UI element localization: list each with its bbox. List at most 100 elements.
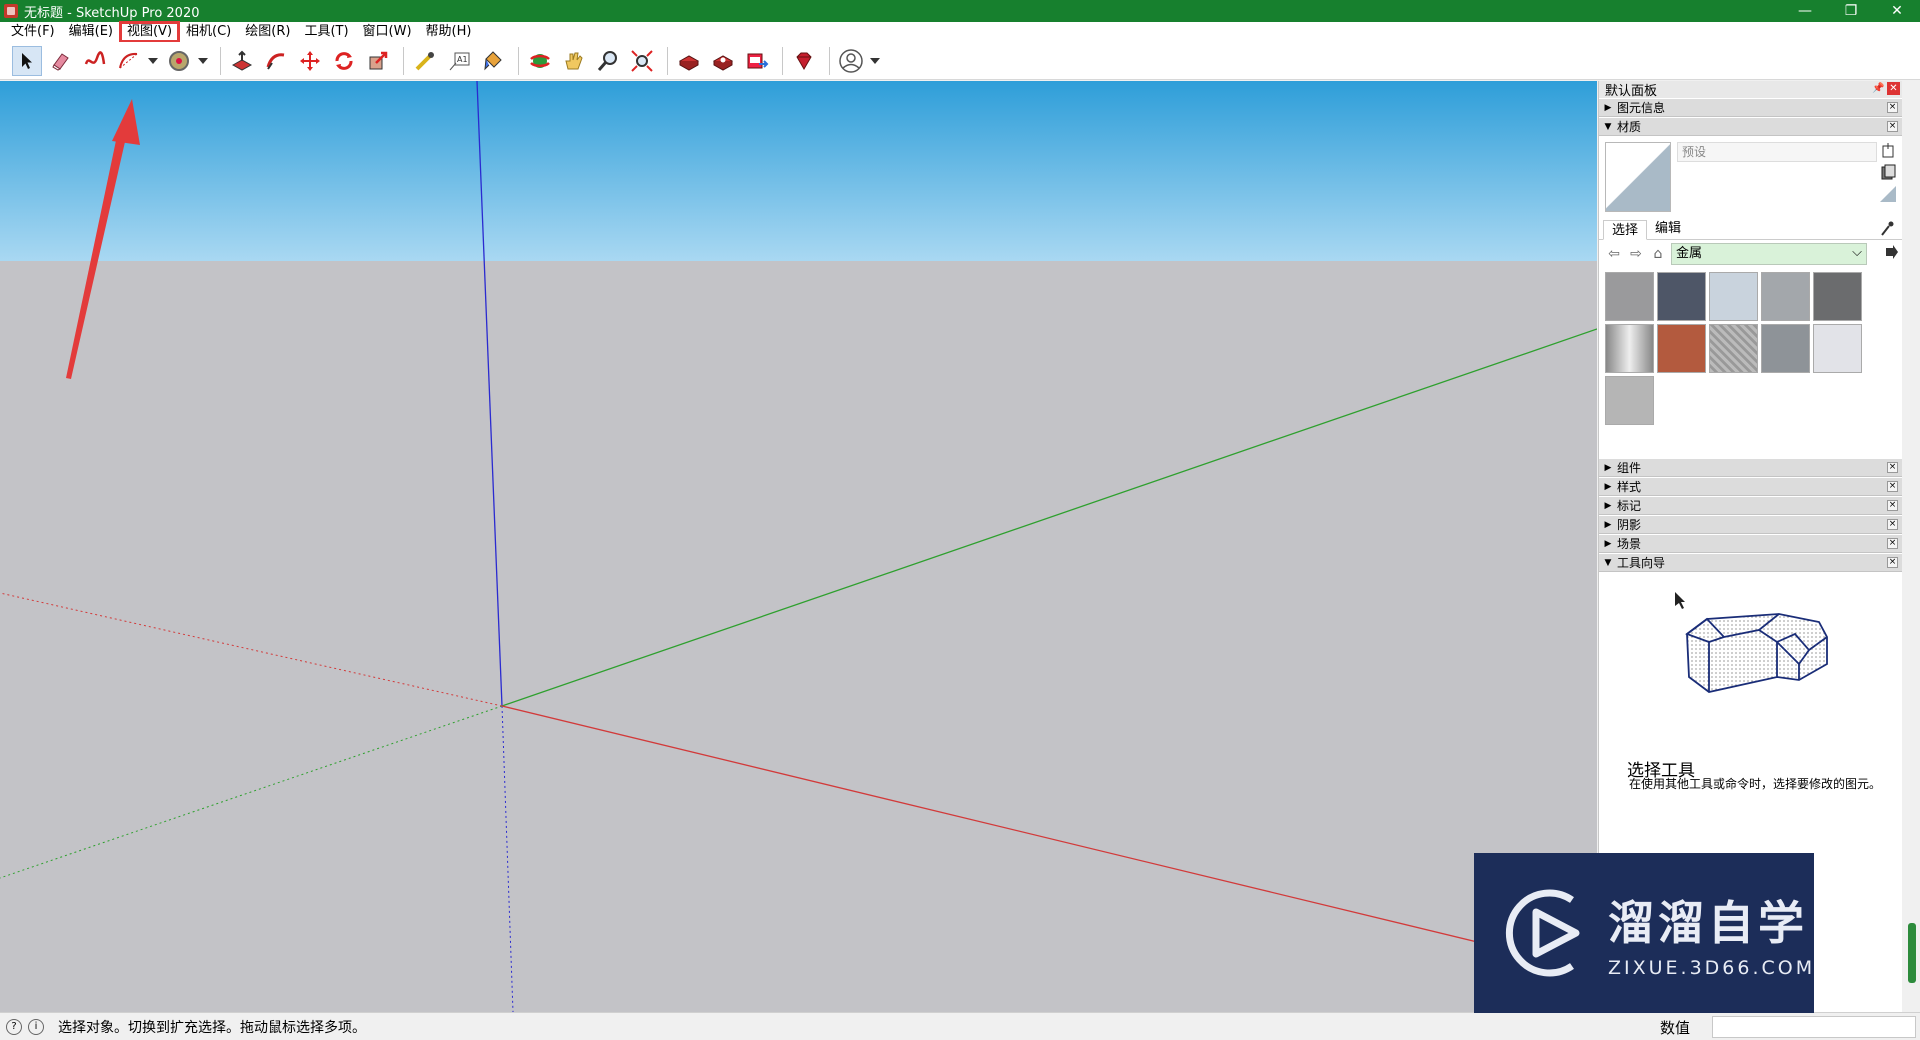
eyedropper-icon[interactable] xyxy=(1880,221,1894,237)
close-icon[interactable]: × xyxy=(1887,500,1898,511)
close-icon[interactable]: × xyxy=(1887,121,1898,132)
default-material-icon[interactable] xyxy=(1880,186,1896,202)
svg-text:A1: A1 xyxy=(457,55,468,64)
tray-tags[interactable]: ▶ 标记 × xyxy=(1599,496,1902,515)
modeling-viewport[interactable] xyxy=(0,81,1597,1012)
forward-arrow-icon[interactable]: ⇨ xyxy=(1627,245,1645,263)
tray-instructor[interactable]: ▼ 工具向导 × xyxy=(1599,553,1902,572)
material-swatch-item[interactable] xyxy=(1657,324,1706,373)
material-swatch-item[interactable] xyxy=(1605,324,1654,373)
menu-view[interactable]: 视图(V) xyxy=(118,21,181,43)
menu-tools[interactable]: 工具(T) xyxy=(297,22,355,42)
send-to-layout-icon[interactable] xyxy=(742,46,772,76)
menu-file[interactable]: 文件(F) xyxy=(4,22,62,42)
close-icon[interactable]: × xyxy=(1887,462,1898,473)
close-icon[interactable]: × xyxy=(1887,102,1898,113)
tray-label: 图元信息 xyxy=(1617,101,1666,115)
create-material-icon[interactable] xyxy=(1880,142,1896,158)
tray-shadows[interactable]: ▶ 阴影 × xyxy=(1599,515,1902,534)
menu-camera[interactable]: 相机(C) xyxy=(179,22,238,42)
tray-title: 默认面板 xyxy=(1605,84,1658,99)
red-axis-negative xyxy=(0,592,503,707)
scrollbar-thumb[interactable] xyxy=(1908,923,1916,983)
green-axis-negative xyxy=(0,705,503,879)
warehouse-icon[interactable] xyxy=(674,46,704,76)
follow-me-icon[interactable] xyxy=(261,46,291,76)
close-icon[interactable]: × xyxy=(1887,519,1898,530)
material-swatch-item[interactable] xyxy=(1605,376,1654,425)
tray-scrollbar[interactable] xyxy=(1904,81,1920,1012)
material-swatch-item[interactable] xyxy=(1657,272,1706,321)
tray-entity-info[interactable]: ▶ 图元信息 × xyxy=(1599,98,1902,117)
menu-help[interactable]: 帮助(H) xyxy=(419,22,479,42)
ruby-icon[interactable] xyxy=(789,46,819,76)
arc-dropdown-icon[interactable] xyxy=(148,46,158,76)
arc-icon[interactable] xyxy=(114,46,144,76)
pin-icon[interactable]: 📌 xyxy=(1872,82,1884,95)
tab-select[interactable]: 选择 xyxy=(1603,220,1648,240)
tray-components[interactable]: ▶ 组件 × xyxy=(1599,458,1902,477)
circle-icon[interactable] xyxy=(164,46,194,76)
account-dropdown-icon[interactable] xyxy=(870,46,880,76)
material-name-field[interactable]: 预设 xyxy=(1677,142,1877,162)
pan-icon[interactable] xyxy=(559,46,589,76)
details-arrow-icon[interactable] xyxy=(1884,245,1898,259)
eraser-icon[interactable] xyxy=(46,46,76,76)
material-swatch-item[interactable] xyxy=(1761,272,1810,321)
push-pull-icon[interactable] xyxy=(227,46,257,76)
account-icon[interactable] xyxy=(836,46,866,76)
zoom-extents-icon[interactable] xyxy=(627,46,657,76)
orbit-icon[interactable] xyxy=(525,46,555,76)
expand-right-icon: ▶ xyxy=(1604,519,1612,530)
material-swatch-item[interactable] xyxy=(1709,324,1758,373)
move-icon[interactable] xyxy=(295,46,325,76)
close-button[interactable]: ✕ xyxy=(1874,0,1920,22)
select-icon[interactable] xyxy=(12,45,42,76)
material-library-icon[interactable] xyxy=(1880,164,1896,180)
tray-styles[interactable]: ▶ 样式 × xyxy=(1599,477,1902,496)
circle-dropdown-icon[interactable] xyxy=(198,46,208,76)
material-swatch-item[interactable] xyxy=(1761,324,1810,373)
geo-location-icon[interactable]: ? xyxy=(6,1018,22,1035)
instructor-description: 在使用其他工具或命令时，选择要修改的图元。 xyxy=(1629,777,1882,791)
material-swatch-item[interactable] xyxy=(1709,272,1758,321)
expand-right-icon: ▶ xyxy=(1604,462,1612,473)
scale-icon[interactable] xyxy=(363,46,393,76)
material-swatch-item[interactable] xyxy=(1813,324,1862,373)
tab-edit[interactable]: 编辑 xyxy=(1647,219,1689,239)
material-swatch-item[interactable] xyxy=(1605,272,1654,321)
paint-icon[interactable] xyxy=(478,46,508,76)
tray-header: 默认面板 📌 ✕ xyxy=(1599,81,1902,99)
info-icon[interactable]: i xyxy=(28,1018,44,1035)
title-bar: 无标题 - SketchUp Pro 2020 — ❐ ✕ xyxy=(0,0,1920,22)
tray-scenes[interactable]: ▶ 场景 × xyxy=(1599,534,1902,553)
tape-measure-icon[interactable] xyxy=(410,46,440,76)
close-icon[interactable]: × xyxy=(1887,481,1898,492)
material-swatch[interactable] xyxy=(1605,142,1671,212)
measurements-input[interactable] xyxy=(1712,1016,1916,1038)
menu-edit[interactable]: 编辑(E) xyxy=(62,22,120,42)
menu-draw[interactable]: 绘图(R) xyxy=(238,22,297,42)
minimize-button[interactable]: — xyxy=(1782,0,1828,22)
status-bar: ? i 选择对象。切换到扩充选择。拖动鼠标选择多项。 数值 xyxy=(0,1012,1920,1040)
tray-label: 场景 xyxy=(1617,537,1642,551)
toolbar-separator xyxy=(403,46,404,75)
close-icon[interactable]: × xyxy=(1887,557,1898,568)
menu-window[interactable]: 窗口(W) xyxy=(356,22,419,42)
extension-warehouse-icon[interactable] xyxy=(708,46,738,76)
tray-close-icon[interactable]: ✕ xyxy=(1887,82,1900,95)
home-icon[interactable]: ⌂ xyxy=(1649,245,1667,263)
back-arrow-icon[interactable]: ⇦ xyxy=(1605,245,1623,263)
text-icon[interactable]: A1 xyxy=(444,46,474,76)
material-collection-select[interactable]: 金属 xyxy=(1671,243,1867,265)
rotate-icon[interactable] xyxy=(329,46,359,76)
restore-button[interactable]: ❐ xyxy=(1828,0,1874,22)
tray-materials[interactable]: ▼ 材质 × xyxy=(1599,117,1902,136)
close-icon[interactable]: × xyxy=(1887,538,1898,549)
red-axis xyxy=(501,705,1597,972)
sketchup-logo-icon xyxy=(4,4,18,18)
measurements-label: 数值 xyxy=(1660,1019,1691,1037)
zoom-icon[interactable] xyxy=(593,46,623,76)
freehand-icon[interactable] xyxy=(80,46,110,76)
material-swatch-item[interactable] xyxy=(1813,272,1862,321)
